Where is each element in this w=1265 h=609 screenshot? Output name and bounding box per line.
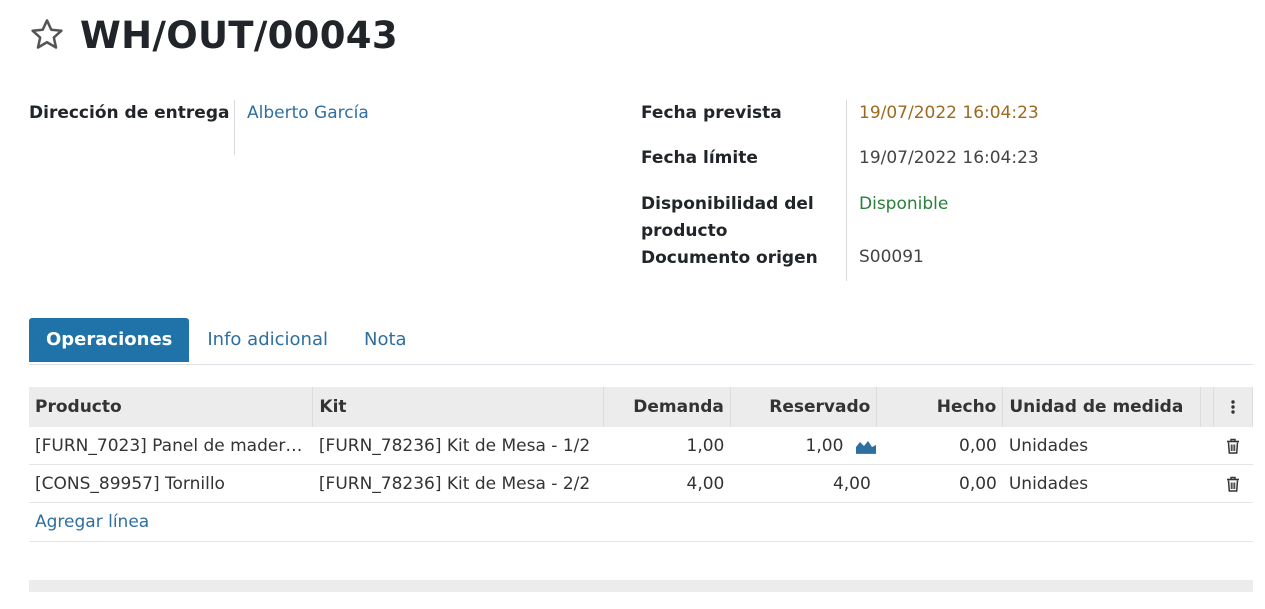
operations-table: Producto Kit Demanda Reservado Hecho Uni… bbox=[29, 387, 1253, 542]
table-row[interactable]: [FURN_7023] Panel de mader… [FURN_78236]… bbox=[29, 427, 1253, 465]
column-header-done[interactable]: Hecho bbox=[876, 387, 1004, 427]
cell-reserved[interactable]: 4,00 bbox=[730, 464, 877, 503]
dates-group: Fecha prevista Fecha límite Disponibilid… bbox=[641, 100, 1241, 281]
dates-values: 19/07/2022 16:04:23 19/07/2022 16:04:23 … bbox=[847, 100, 1039, 281]
dates-labels: Fecha prevista Fecha límite Disponibilid… bbox=[641, 100, 847, 281]
cell-reserved-value: 4,00 bbox=[832, 473, 871, 494]
scheduled-date-label: Fecha prevista bbox=[641, 103, 782, 123]
kebab-menu-icon[interactable] bbox=[1230, 399, 1236, 415]
column-header-product[interactable]: Producto bbox=[29, 387, 314, 427]
cell-delete[interactable] bbox=[1213, 427, 1253, 465]
trash-icon[interactable] bbox=[1226, 438, 1240, 454]
cell-kit[interactable]: [FURN_78236] Kit de Mesa - 2/2 bbox=[312, 464, 604, 503]
scheduled-date-value[interactable]: 19/07/2022 16:04:23 bbox=[859, 100, 1039, 145]
cell-spacer bbox=[1200, 464, 1214, 503]
delivery-address-label: Dirección de entrega bbox=[29, 100, 235, 155]
deadline-value[interactable]: 19/07/2022 16:04:23 bbox=[859, 145, 1039, 191]
column-options[interactable] bbox=[1213, 387, 1253, 427]
cell-product[interactable]: [CONS_89957] Tornillo bbox=[29, 464, 313, 503]
cell-kit[interactable]: [FURN_78236] Kit de Mesa - 1/2 bbox=[312, 427, 604, 465]
availability-label: Disponibilidad del producto bbox=[641, 194, 814, 241]
add-line-row: Agregar línea bbox=[29, 502, 1253, 542]
delivery-address-group: Dirección de entrega Alberto García bbox=[29, 100, 589, 155]
column-header-spacer bbox=[1200, 387, 1215, 427]
tab-info-adicional[interactable]: Info adicional bbox=[189, 318, 346, 362]
notebook-tabs: Operaciones Info adicional Nota bbox=[29, 318, 1253, 365]
column-header-demand[interactable]: Demanda bbox=[603, 387, 731, 427]
availability-value: Disponible bbox=[859, 194, 949, 214]
star-icon[interactable] bbox=[28, 16, 66, 54]
column-header-uom[interactable]: Unidad de medida bbox=[1002, 387, 1202, 427]
trash-icon[interactable] bbox=[1226, 476, 1240, 492]
cell-spacer bbox=[1200, 427, 1214, 465]
origin-value[interactable]: S00091 bbox=[859, 244, 1039, 280]
record-title: WH/OUT/00043 bbox=[80, 13, 398, 57]
cell-reserved[interactable]: 1,00 bbox=[730, 427, 877, 465]
column-header-kit[interactable]: Kit bbox=[312, 387, 605, 427]
deadline-label: Fecha límite bbox=[641, 148, 758, 168]
tab-operaciones[interactable]: Operaciones bbox=[29, 318, 190, 362]
cell-reserved-value: 1,00 bbox=[805, 435, 844, 456]
table-row[interactable]: [CONS_89957] Tornillo [FURN_78236] Kit d… bbox=[29, 464, 1253, 503]
cell-uom[interactable]: Unidades bbox=[1002, 464, 1201, 503]
cell-done[interactable]: 0,00 bbox=[876, 464, 1003, 503]
cell-demand[interactable]: 4,00 bbox=[603, 464, 731, 503]
column-header-reserved[interactable]: Reservado bbox=[730, 387, 878, 427]
forecast-chart-icon[interactable] bbox=[855, 438, 877, 454]
cell-delete[interactable] bbox=[1213, 464, 1253, 503]
cell-demand[interactable]: 1,00 bbox=[603, 427, 731, 465]
cell-product[interactable]: [FURN_7023] Panel de mader… bbox=[29, 427, 313, 465]
title-row: WH/OUT/00043 bbox=[28, 10, 398, 60]
add-line-link[interactable]: Agregar línea bbox=[35, 512, 149, 532]
cell-done[interactable]: 0,00 bbox=[876, 427, 1003, 465]
delivery-address-link[interactable]: Alberto García bbox=[235, 100, 369, 155]
origin-label: Documento origen bbox=[641, 248, 818, 268]
chatter-bar bbox=[29, 580, 1253, 592]
cell-uom[interactable]: Unidades bbox=[1002, 427, 1201, 465]
tab-nota[interactable]: Nota bbox=[346, 318, 425, 362]
